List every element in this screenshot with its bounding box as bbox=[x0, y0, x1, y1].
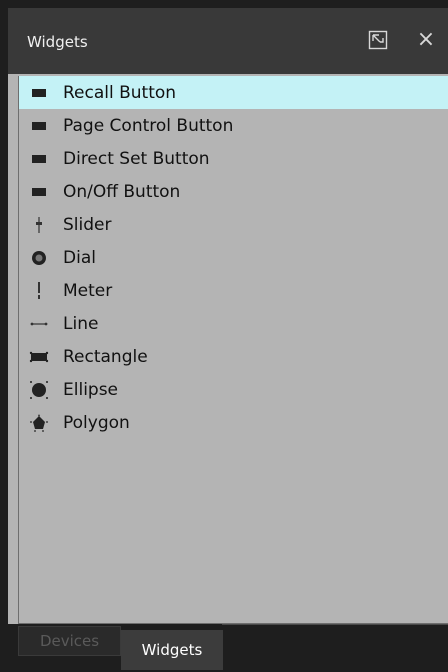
widget-item-slider[interactable]: Slider bbox=[19, 208, 448, 241]
button-icon bbox=[21, 76, 57, 109]
widget-item-page-control-button[interactable]: Page Control Button bbox=[19, 109, 448, 142]
widget-item-label: Polygon bbox=[63, 412, 130, 433]
widget-item-meter[interactable]: Meter bbox=[19, 274, 448, 307]
close-icon[interactable]: × bbox=[416, 29, 436, 51]
tab-devices[interactable]: Devices bbox=[18, 626, 121, 656]
panel-tabbar: Devices Widgets bbox=[8, 624, 448, 672]
widget-item-recall-button[interactable]: Recall Button bbox=[19, 76, 448, 109]
tabbar-divider bbox=[222, 624, 448, 625]
widget-item-label: Rectangle bbox=[63, 346, 148, 367]
polygon-icon bbox=[21, 406, 57, 439]
widget-item-label: Meter bbox=[63, 280, 113, 301]
widget-item-dial[interactable]: Dial bbox=[19, 241, 448, 274]
widget-item-label: Line bbox=[63, 313, 99, 334]
meter-icon bbox=[21, 274, 57, 307]
dial-icon bbox=[21, 241, 57, 274]
widget-item-label: On/Off Button bbox=[63, 181, 181, 202]
widget-item-on-off-button[interactable]: On/Off Button bbox=[19, 175, 448, 208]
rectangle-icon bbox=[21, 340, 57, 373]
widget-item-label: Dial bbox=[63, 247, 96, 268]
widget-item-polygon[interactable]: Polygon bbox=[19, 406, 448, 439]
widget-item-ellipse[interactable]: Ellipse bbox=[19, 373, 448, 406]
widget-item-direct-set-button[interactable]: Direct Set Button bbox=[19, 142, 448, 175]
widget-item-label: Recall Button bbox=[63, 82, 177, 103]
widget-item-label: Ellipse bbox=[63, 379, 119, 400]
button-icon bbox=[21, 109, 57, 142]
ellipse-icon bbox=[21, 373, 57, 406]
slider-icon bbox=[21, 208, 57, 241]
panel-title: Widgets bbox=[27, 33, 88, 51]
widget-item-rectangle[interactable]: Rectangle bbox=[19, 340, 448, 373]
button-icon bbox=[21, 175, 57, 208]
widget-list: Recall Button Page Control Button Direct… bbox=[18, 76, 448, 624]
panel-titlebar: Widgets × bbox=[8, 8, 448, 74]
widget-item-label: Direct Set Button bbox=[63, 148, 210, 169]
line-icon bbox=[21, 307, 57, 340]
widget-item-line[interactable]: Line bbox=[19, 307, 448, 340]
widgets-panel: Widgets × Recall Button Page Control But… bbox=[8, 8, 448, 672]
tab-widgets[interactable]: Widgets bbox=[121, 630, 223, 670]
button-icon bbox=[21, 142, 57, 175]
widget-item-label: Slider bbox=[63, 214, 112, 235]
widget-item-label: Page Control Button bbox=[63, 115, 234, 136]
undock-icon[interactable] bbox=[368, 30, 388, 50]
